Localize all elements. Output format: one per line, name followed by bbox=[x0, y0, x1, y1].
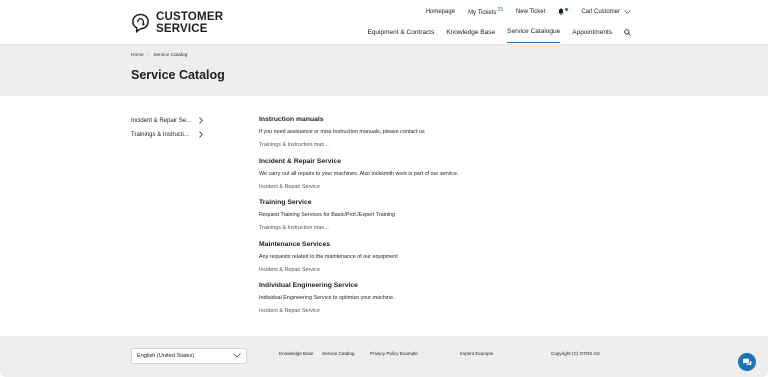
customer-service-logo-icon bbox=[132, 13, 149, 34]
app-window: CUSTOMER SERVICE Homepage My Tickets23 N… bbox=[0, 0, 768, 377]
breadcrumb-current: Service Catalog bbox=[153, 53, 188, 58]
service-title[interactable]: Individual Engineering Service bbox=[259, 280, 639, 291]
my-tickets-label: My Tickets bbox=[468, 10, 497, 16]
user-name: Carl Customer bbox=[581, 8, 620, 15]
service-description: Any requests related to the maintenance … bbox=[259, 253, 398, 260]
nav-service-catalogue[interactable]: Service Catalogue bbox=[507, 28, 561, 43]
nav-appointments[interactable]: Appointments bbox=[572, 29, 612, 43]
chat-icon bbox=[743, 358, 752, 366]
page-banner: Home › Service Catalog Service Catalog bbox=[0, 45, 768, 96]
service-category-link[interactable]: Trainings & Instruction man... bbox=[259, 139, 639, 151]
brand-logo[interactable]: CUSTOMER SERVICE bbox=[131, 11, 223, 35]
footer-link-service-catalog[interactable]: Service Catalog bbox=[322, 351, 354, 356]
my-tickets-count: 23 bbox=[497, 7, 503, 13]
footer-link-imprint[interactable]: Imprint Example bbox=[460, 351, 493, 356]
chevron-down-icon bbox=[624, 9, 631, 14]
service-item: Maintenance Services Any requests relate… bbox=[259, 239, 639, 281]
service-title[interactable]: Training Service bbox=[259, 197, 639, 208]
service-item: Incident & Repair Service We carry out a… bbox=[259, 156, 639, 198]
service-title[interactable]: Incident & Repair Service bbox=[259, 156, 639, 167]
service-title[interactable]: Instruction manuals bbox=[259, 114, 639, 125]
service-item: Training Service Request Training Servic… bbox=[259, 197, 639, 239]
service-description: Request Training Services for Basic/Prof… bbox=[259, 212, 396, 218]
main-nav: Equipment & Contracts Knowledge Base Ser… bbox=[355, 28, 631, 43]
notification-dot bbox=[565, 8, 569, 11]
brand-name: CUSTOMER SERVICE bbox=[156, 11, 223, 35]
chevron-down-icon bbox=[233, 353, 241, 358]
footer: English (United States) Knowledge Base S… bbox=[0, 336, 768, 377]
footer-link-knowledge-base[interactable]: Knowledge Base bbox=[279, 351, 313, 356]
language-value: English (United States) bbox=[137, 353, 195, 359]
brand-line-2: SERVICE bbox=[156, 23, 208, 35]
chat-button[interactable] bbox=[738, 353, 756, 371]
category-sidebar: Incident & Repair Se... Trainings & Inst… bbox=[131, 114, 241, 142]
homepage-link[interactable]: Homepage bbox=[426, 9, 455, 15]
sidebar-item-label: Incident & Repair Se... bbox=[131, 118, 192, 124]
notifications-button[interactable] bbox=[558, 8, 569, 15]
service-category-link[interactable]: Incident & Repair Service bbox=[259, 181, 639, 193]
service-title[interactable]: Maintenance Services bbox=[259, 239, 639, 250]
chevron-right-icon: › bbox=[147, 53, 150, 58]
sidebar-item-label: Trainings & Instructi... bbox=[131, 132, 189, 138]
user-menu[interactable]: Carl Customer bbox=[581, 9, 631, 15]
header: CUSTOMER SERVICE Homepage My Tickets23 N… bbox=[0, 0, 768, 45]
service-description: Individual Engineering Service to optimi… bbox=[259, 295, 395, 301]
nav-equipment-contracts[interactable]: Equipment & Contracts bbox=[367, 29, 434, 43]
footer-copyright: Copyright (C) OTRS AG bbox=[551, 351, 601, 356]
brand-line-1: CUSTOMER bbox=[156, 11, 224, 23]
breadcrumb: Home › Service Catalog bbox=[131, 53, 187, 58]
footer-link-privacy[interactable]: Privacy Policy Example bbox=[370, 351, 418, 356]
sidebar-item-incident-repair[interactable]: Incident & Repair Se... bbox=[131, 114, 241, 128]
service-category-link[interactable]: Incident & Repair Service bbox=[259, 264, 639, 276]
bell-icon bbox=[558, 8, 565, 15]
nav-knowledge-base[interactable]: Knowledge Base bbox=[446, 29, 495, 43]
service-list: Instruction manuals If you need assistan… bbox=[259, 114, 639, 322]
top-bar: Homepage My Tickets23 New Ticket Carl Cu… bbox=[413, 7, 631, 16]
service-item: Instruction manuals If you need assistan… bbox=[259, 114, 639, 156]
chevron-right-icon bbox=[199, 131, 203, 138]
service-item: Individual Engineering Service Individua… bbox=[259, 280, 639, 322]
service-description: If you need assistance or miss Instructi… bbox=[259, 129, 425, 135]
new-ticket-link[interactable]: New Ticket bbox=[516, 9, 545, 15]
search-button[interactable] bbox=[624, 28, 631, 43]
my-tickets-link[interactable]: My Tickets23 bbox=[468, 7, 503, 16]
service-category-link[interactable]: Trainings & Instruction man... bbox=[259, 222, 639, 234]
language-select[interactable]: English (United States) bbox=[131, 348, 247, 364]
chevron-right-icon bbox=[199, 117, 203, 124]
service-category-link[interactable]: Incident & Repair Service bbox=[259, 305, 639, 317]
page-title: Service Catalog bbox=[131, 68, 225, 82]
sidebar-item-trainings[interactable]: Trainings & Instructi... bbox=[131, 128, 241, 142]
breadcrumb-home[interactable]: Home bbox=[131, 53, 144, 58]
search-icon bbox=[624, 28, 631, 36]
service-description: We carry out all repairs to your machine… bbox=[259, 170, 459, 177]
